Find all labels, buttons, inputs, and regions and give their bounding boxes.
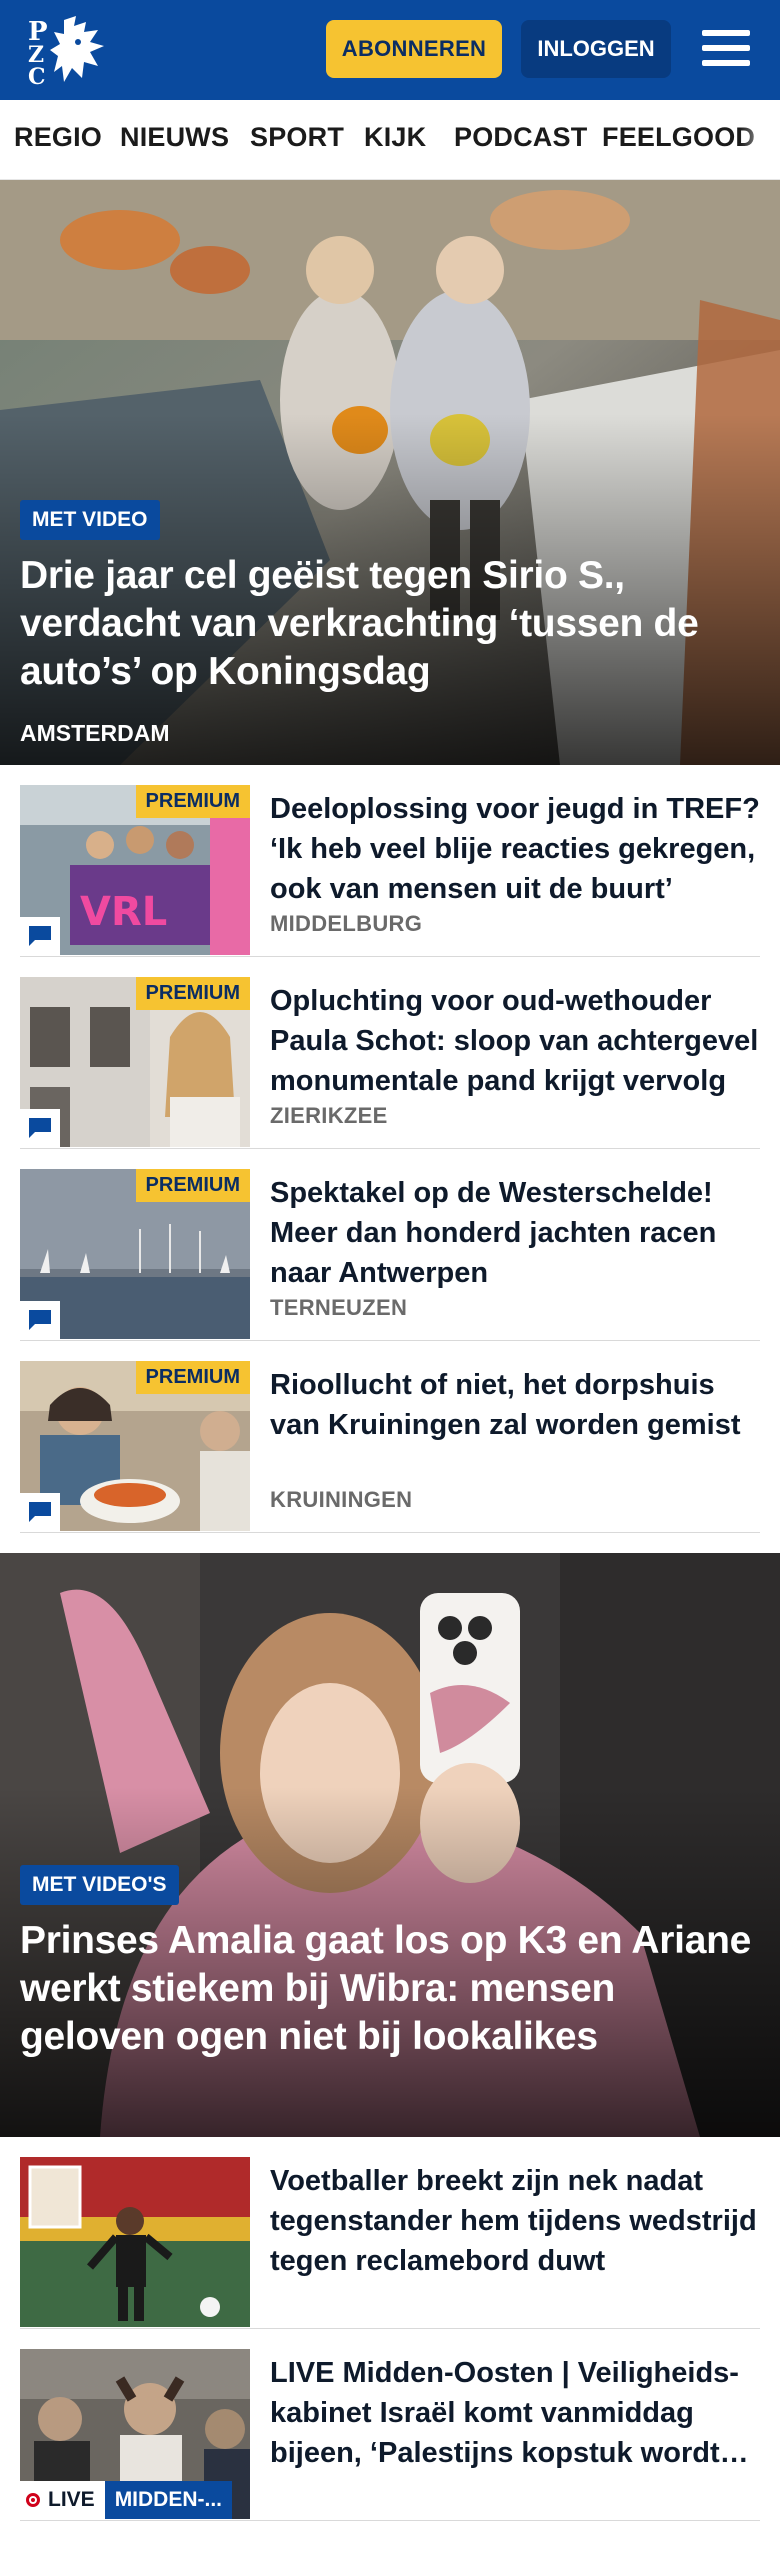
list-item[interactable]: LIVE MIDDEN-... LIVE Midden-Oosten | Vei…	[20, 2329, 760, 2521]
nav-item-regio[interactable]: REGIO	[14, 122, 102, 153]
comment-icon	[20, 917, 60, 955]
article-thumbnail: PREMIUM	[20, 1361, 250, 1531]
article-thumbnail: PREMIUM	[20, 977, 250, 1147]
live-dot-icon	[26, 2493, 40, 2507]
comment-icon	[20, 1301, 60, 1339]
nav-item-kijk[interactable]: KIJK	[364, 122, 426, 153]
section-nav: REGIO NIEUWS SPORT KIJK PODCAST FEELGOOD	[0, 100, 780, 180]
article-title[interactable]: Opluchting voor oud-wethouder Paula Scho…	[270, 981, 760, 1101]
video-badge: MET VIDEO	[20, 500, 160, 540]
live-text: LIVE	[48, 2488, 95, 2511]
article-title[interactable]: Deeloplossing voor jeugd in TREF? ‘Ik he…	[270, 789, 760, 909]
nav-item-nieuws[interactable]: NIEUWS	[120, 122, 229, 153]
article-thumbnail: VRL PREMIUM	[20, 785, 250, 955]
article-location: MIDDELBURG	[270, 911, 423, 936]
nav-item-podcast[interactable]: PODCAST	[454, 122, 587, 153]
article-thumbnail: PREMIUM	[20, 1169, 250, 1339]
topic-tag: MIDDEN-...	[104, 2481, 233, 2519]
article-title[interactable]: Spektakel op de Westerschelde! Meer dan …	[270, 1173, 760, 1293]
live-badge: LIVE MIDDEN-...	[20, 2481, 233, 2519]
nav-item-sport[interactable]: SPORT	[250, 122, 344, 153]
list-item[interactable]: VRL PREMIUM Deeloplossing voor jeugd in …	[20, 765, 760, 957]
video-badge: MET VIDEO'S	[20, 1865, 179, 1905]
premium-badge: PREMIUM	[135, 1169, 250, 1202]
subscribe-button[interactable]: ABONNEREN	[326, 20, 502, 78]
comment-icon	[20, 1109, 60, 1147]
premium-badge: PREMIUM	[135, 1361, 250, 1394]
article-thumbnail: LIVE MIDDEN-...	[20, 2349, 250, 2519]
hero-title[interactable]: Drie jaar cel geëist tegen Sirio S., ver…	[20, 552, 760, 696]
article-title[interactable]: Rioollucht of niet, het dorpshuis van Kr…	[270, 1365, 760, 1445]
article-title[interactable]: Voetballer breekt zijn nek nadat tegenst…	[270, 2161, 760, 2281]
nav-item-feelgood[interactable]: FEELGOOD	[602, 122, 755, 153]
svg-text:VRL: VRL	[80, 889, 167, 935]
premium-badge: PREMIUM	[135, 785, 250, 818]
article-location: ZIERIKZEE	[270, 1103, 388, 1128]
hero-title[interactable]: Prinses Amalia gaat los op K3 en Ariane …	[20, 1917, 760, 2061]
list-item[interactable]: PREMIUM Opluchting voor oud-wethouder Pa…	[20, 957, 760, 1149]
list-item[interactable]: PREMIUM Rioollucht of niet, het dorpshui…	[20, 1341, 760, 1533]
pzc-logo[interactable]: P Z C	[26, 12, 112, 90]
hero-article-lookalikes[interactable]: MET VIDEO'S Prinses Amalia gaat los op K…	[0, 1553, 780, 2137]
list-item[interactable]: Voetballer breekt zijn nek nadat tegenst…	[20, 2137, 760, 2329]
list-item[interactable]: PREMIUM Spektakel op de Westerschelde! M…	[20, 1149, 760, 1341]
article-location: KRUININGEN	[270, 1487, 413, 1512]
hero-article-koningsdag[interactable]: MET VIDEO Drie jaar cel geëist tegen Sir…	[0, 180, 780, 765]
comment-icon	[20, 1493, 60, 1531]
site-header: P Z C ABONNEREN INLOGGEN	[0, 0, 780, 100]
hamburger-menu-icon[interactable]	[700, 24, 754, 72]
nav-scroll-fade	[740, 100, 780, 179]
article-location: TERNEUZEN	[270, 1295, 408, 1320]
svg-text:C: C	[28, 64, 46, 88]
article-title[interactable]: LIVE Midden-Oosten | Veiligheids­kabinet…	[270, 2353, 760, 2473]
hero-location: AMSTERDAM	[20, 720, 170, 746]
login-button[interactable]: INLOGGEN	[521, 20, 671, 78]
live-label: LIVE	[20, 2481, 105, 2519]
article-thumbnail	[20, 2157, 250, 2327]
premium-badge: PREMIUM	[135, 977, 250, 1010]
